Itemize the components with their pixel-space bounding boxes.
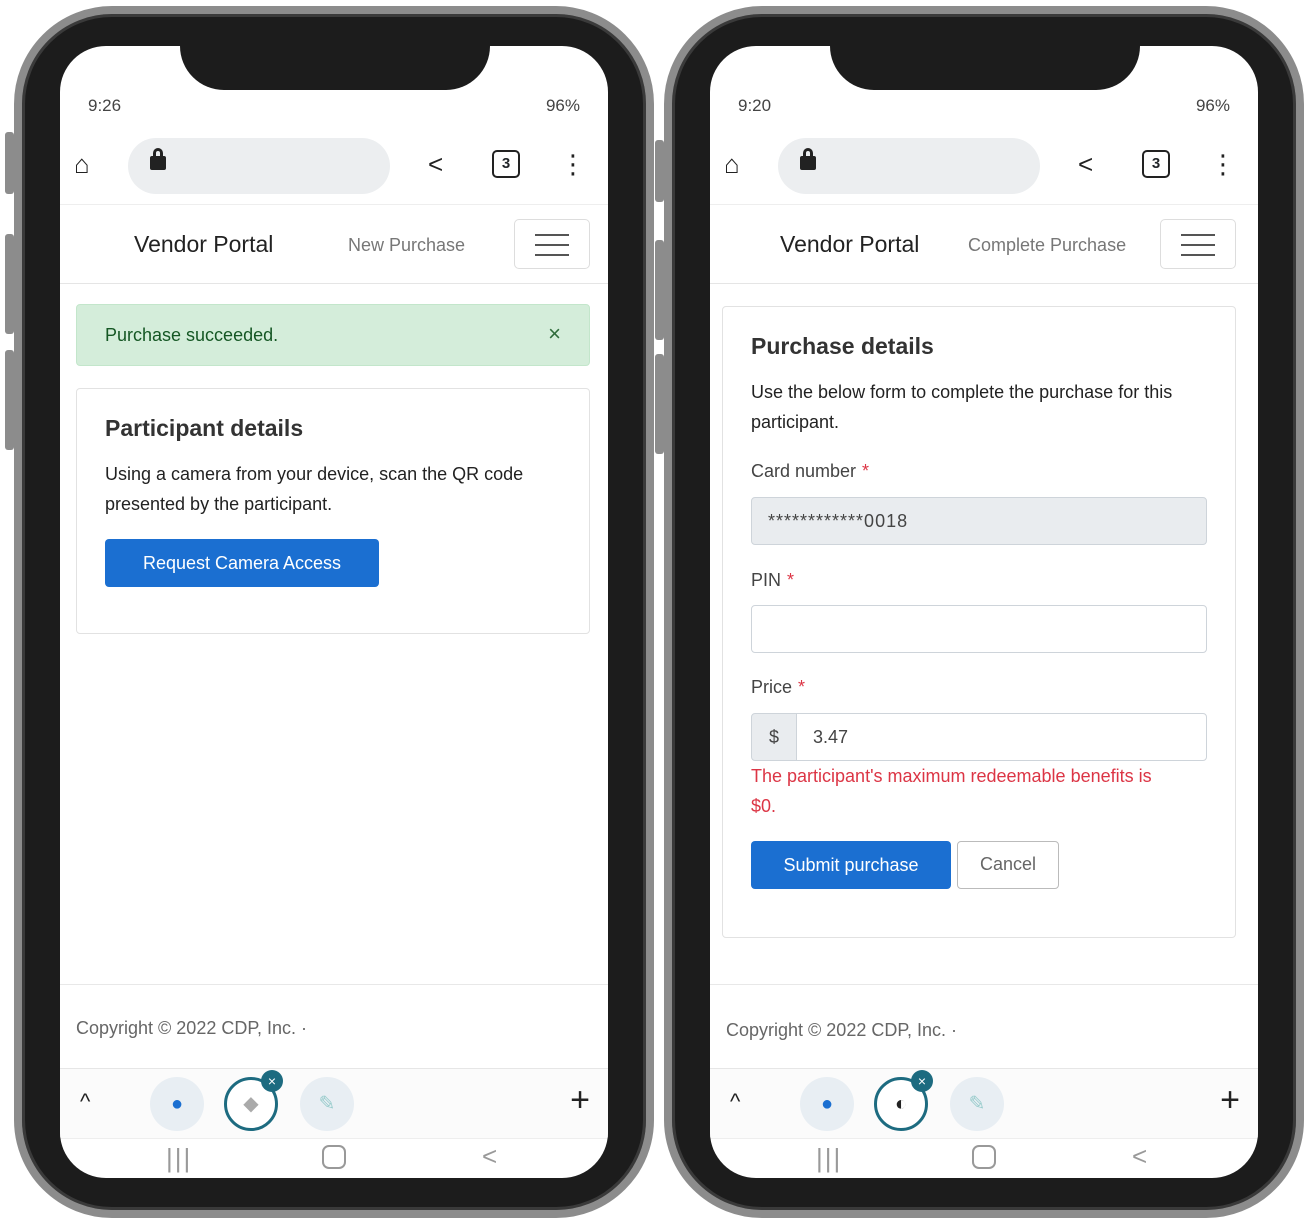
more-menu-icon[interactable]: ⋮	[560, 148, 586, 180]
side-button	[655, 140, 664, 202]
card-text: Use the below form to complete the purch…	[751, 382, 1173, 432]
close-icon[interactable]: ×	[911, 1070, 933, 1092]
app-bubble[interactable]: ●	[150, 1077, 204, 1131]
chevron-up-icon[interactable]: ^	[80, 1089, 90, 1115]
bubble-bar: ^ ● ◐ × ✎ +	[710, 1068, 1258, 1138]
nav-link-complete-purchase[interactable]: Complete Purchase	[968, 235, 1126, 256]
cancel-button[interactable]: Cancel	[957, 841, 1059, 889]
close-icon[interactable]: ×	[261, 1070, 283, 1092]
status-time: 9:26	[88, 96, 122, 115]
pin-label: PIN *	[751, 570, 795, 590]
recent-apps-icon[interactable]: |||	[816, 1143, 842, 1174]
plus-icon[interactable]: +	[1220, 1081, 1240, 1120]
lock-icon	[150, 148, 166, 170]
hamburger-menu-button[interactable]	[514, 219, 590, 269]
bubble-bar: ^ ● ◆ × ✎ +	[60, 1068, 608, 1138]
app-bubble[interactable]: ●	[800, 1077, 854, 1131]
nav-link-new-purchase[interactable]: New Purchase	[348, 235, 465, 256]
url-bar[interactable]	[778, 138, 1040, 194]
back-icon[interactable]: <	[482, 1141, 497, 1172]
camera-notch	[830, 46, 1140, 90]
price-label: Price *	[751, 677, 806, 697]
side-button	[5, 234, 14, 334]
navbar: Vendor Portal Complete Purchase	[710, 204, 1258, 284]
card-text: Using a camera from your device, scan th…	[105, 464, 524, 514]
home-icon[interactable]: ⌂	[724, 148, 740, 180]
camera-notch	[180, 46, 490, 90]
currency-prefix: $	[751, 713, 797, 761]
footer-divider	[60, 984, 608, 985]
app-bubble[interactable]: ✎	[300, 1077, 354, 1131]
purchase-card: Purchase details Use the below form to c…	[722, 306, 1236, 938]
hamburger-icon	[1181, 254, 1215, 256]
recent-apps-icon[interactable]: |||	[166, 1143, 192, 1174]
brand[interactable]: Vendor Portal	[780, 231, 919, 258]
screen: 9:20 96% ⌂ < 3 ⋮ Vendor Portal Complete …	[710, 46, 1258, 1178]
app-bubble-active[interactable]: ◆ ×	[224, 1070, 283, 1131]
footer-copyright: Copyright © 2022 CDP, Inc. ·	[726, 1020, 958, 1040]
side-button	[5, 350, 14, 450]
phone-left: 9:26 96% ⌂ < 3 ⋮ Vendor Portal New Purch…	[5, 6, 654, 1218]
screen: 9:26 96% ⌂ < 3 ⋮ Vendor Portal New Purch…	[60, 46, 608, 1178]
system-navigation: ||| <	[60, 1138, 608, 1178]
navbar: Vendor Portal New Purchase	[60, 204, 608, 284]
participant-card: Participant details Using a camera from …	[76, 388, 590, 634]
battery-level: 96%	[545, 96, 580, 115]
lock-icon	[800, 148, 816, 170]
home-button-icon[interactable]	[322, 1145, 346, 1169]
url-bar[interactable]	[128, 138, 390, 194]
side-button	[655, 354, 664, 454]
pin-field[interactable]	[751, 605, 1207, 653]
side-button	[5, 132, 14, 194]
price-field[interactable]: 3.47	[796, 713, 1207, 761]
footer-divider	[710, 984, 1258, 985]
card-title: Purchase details	[751, 333, 934, 359]
status-bar: 9:26 96%	[60, 92, 608, 122]
card-number-field: ************0018	[751, 497, 1207, 545]
back-icon[interactable]: <	[1132, 1141, 1147, 1172]
alert-message: Purchase succeeded.	[105, 325, 279, 345]
plus-icon[interactable]: +	[570, 1081, 590, 1120]
status-time: 9:20	[738, 96, 772, 115]
request-camera-button[interactable]: Request Camera Access	[105, 539, 379, 587]
hamburger-icon	[535, 244, 569, 246]
hamburger-menu-button[interactable]	[1160, 219, 1236, 269]
chevron-up-icon[interactable]: ^	[730, 1089, 740, 1115]
hamburger-icon	[535, 254, 569, 256]
share-icon[interactable]: <	[1078, 148, 1093, 180]
phone-right: 9:20 96% ⌂ < 3 ⋮ Vendor Portal Complete …	[655, 6, 1304, 1218]
card-title: Participant details	[105, 415, 304, 441]
tabs-count-icon[interactable]: 3	[492, 150, 520, 178]
hamburger-icon	[535, 234, 569, 236]
status-bar: 9:20 96%	[710, 92, 1258, 122]
home-icon[interactable]: ⌂	[74, 148, 90, 180]
side-button	[655, 240, 664, 340]
more-menu-icon[interactable]: ⋮	[1210, 148, 1236, 180]
system-navigation: ||| <	[710, 1138, 1258, 1178]
footer-copyright: Copyright © 2022 CDP, Inc. ·	[76, 1018, 308, 1038]
hamburger-icon	[1181, 244, 1215, 246]
success-alert: Purchase succeeded. ×	[76, 304, 590, 366]
battery-level: 96%	[1195, 96, 1230, 115]
browser-toolbar: ⌂ < 3 ⋮	[60, 130, 608, 202]
home-button-icon[interactable]	[972, 1145, 996, 1169]
card-number-label: Card number *	[751, 461, 870, 481]
tabs-count-icon[interactable]: 3	[1142, 150, 1170, 178]
browser-toolbar: ⌂ < 3 ⋮	[710, 130, 1258, 202]
app-bubble[interactable]: ✎	[950, 1077, 1004, 1131]
app-bubble-active[interactable]: ◐ ×	[874, 1070, 933, 1131]
share-icon[interactable]: <	[428, 148, 443, 180]
hamburger-icon	[1181, 234, 1215, 236]
submit-purchase-button[interactable]: Submit purchase	[751, 841, 951, 889]
price-error-message: The participant's maximum redeemable ben…	[751, 766, 1152, 816]
brand[interactable]: Vendor Portal	[134, 231, 273, 258]
close-icon[interactable]: ×	[548, 321, 561, 347]
